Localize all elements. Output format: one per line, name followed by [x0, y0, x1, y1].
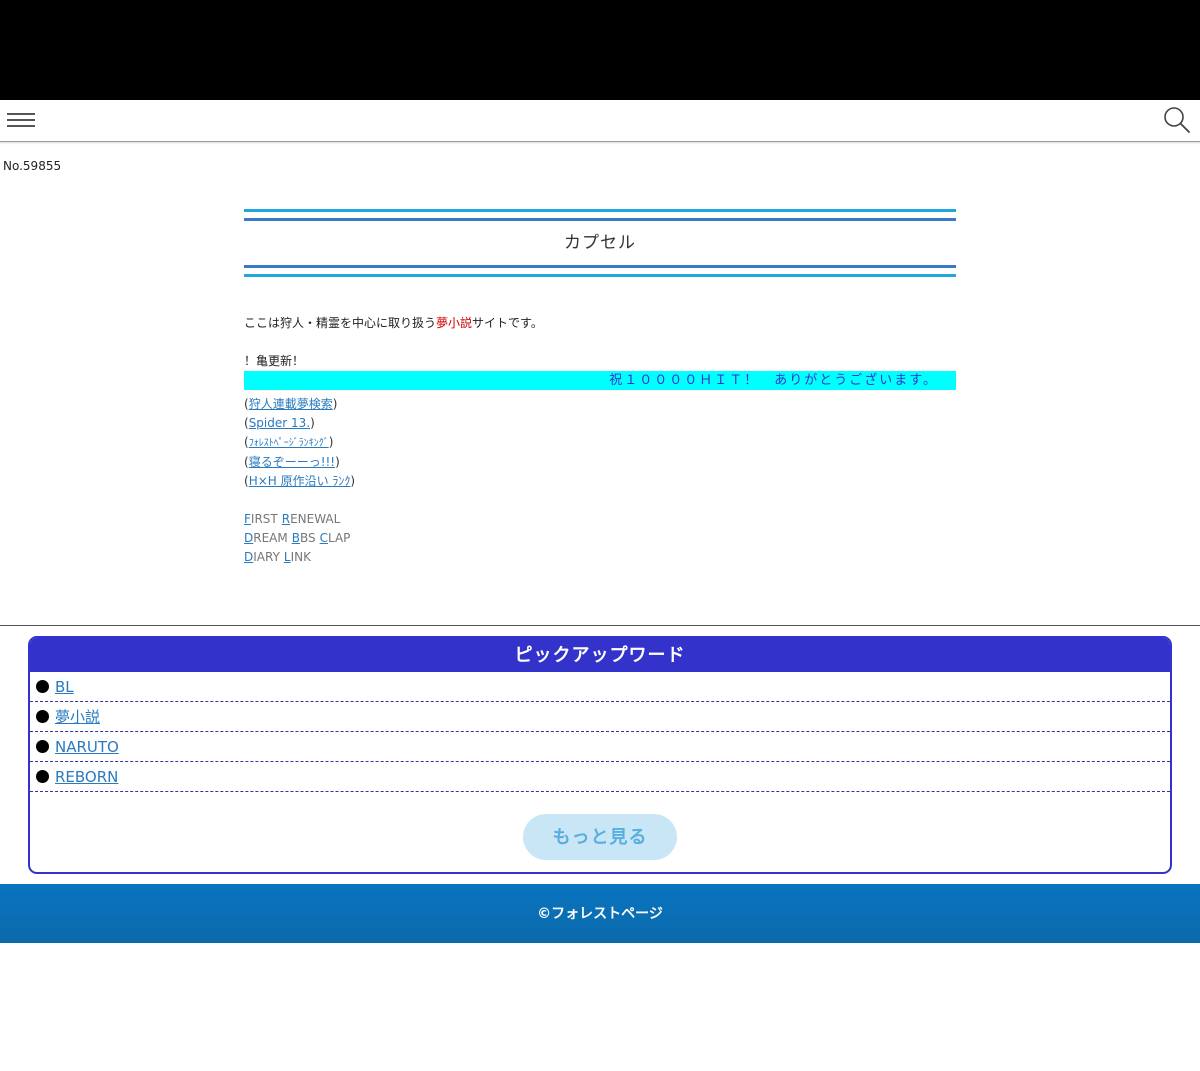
title-rule [244, 274, 956, 277]
site-title: カプセル [564, 233, 636, 253]
hamburger-line [7, 119, 35, 121]
link-spider13[interactable]: Spider 13. [249, 416, 310, 430]
top-navigation-bar [0, 100, 1200, 142]
link-hunter-search[interactable]: 狩人連載夢検索 [249, 397, 333, 411]
link-item: (Spider 13.) [244, 416, 315, 430]
pickup-word-link[interactable]: REBORN [55, 768, 118, 786]
hamburger-icon[interactable] [7, 111, 35, 129]
intro-text: ここは狩人・精霊を中心に取り扱う [244, 316, 437, 330]
pickup-words-panel: ピックアップワード BL 夢小説 NARUTO REBORN もっと見る [28, 636, 1172, 874]
search-icon-graphic [1164, 107, 1190, 133]
menu-row: FIRST RENEWAL [244, 510, 956, 529]
menu-link[interactable]: LINK [284, 550, 311, 564]
pickup-row: BL [30, 672, 1170, 702]
link-hxh-rank[interactable]: H×H 原作沿い ﾗﾝｸ [249, 474, 351, 488]
title-top-rules [244, 209, 956, 221]
intro-highlight: 夢小説 [436, 316, 473, 330]
pickup-word-link[interactable]: BL [55, 678, 74, 696]
menu-first[interactable]: FIRST [244, 512, 278, 526]
link-forest-ranking[interactable]: ﾌｫﾚｽﾄﾍﾟｰｼﾞﾗﾝｷﾝｸﾞ [249, 438, 329, 449]
bullet-icon [36, 680, 49, 693]
menu-clap[interactable]: CLAP [320, 531, 351, 545]
link-item: (狩人連載夢検索) [244, 397, 338, 411]
menu-diary[interactable]: DIARY [244, 550, 280, 564]
hamburger-line [7, 113, 35, 115]
footer-copyright: ©フォレストページ [0, 884, 1200, 943]
ad-banner [0, 0, 1200, 100]
site-intro: ここは狩人・精霊を中心に取り扱う夢小説サイトです。 [244, 314, 956, 331]
link-item: (寝るぞーーっ!!!) [244, 455, 340, 469]
pickup-row: NARUTO [30, 732, 1170, 762]
pickup-word-link[interactable]: NARUTO [55, 738, 119, 756]
page-number: No.59855 [3, 159, 62, 173]
pickup-row: REBORN [30, 762, 1170, 792]
link-neruzo[interactable]: 寝るぞーーっ!!! [249, 455, 335, 469]
menu-row: DIARY LINK [244, 548, 956, 567]
bullet-icon [36, 770, 49, 783]
pickup-title: ピックアップワード [30, 638, 1170, 672]
intro-text: サイトです。 [472, 316, 543, 330]
pickup-word-link[interactable]: 夢小説 [55, 708, 100, 726]
menu-dream[interactable]: DREAM [244, 531, 288, 545]
hit-banner: 祝１００００ＨＩＴ！ ありがとうございます。 [244, 371, 956, 390]
menu-row: DREAM BBS CLAP [244, 529, 956, 548]
menu-renewal[interactable]: RENEWAL [282, 512, 341, 526]
site-content: カプセル ここは狩人・精霊を中心に取り扱う夢小説サイトです。 ！亀更新！ 祝１０… [244, 209, 956, 567]
search-icon[interactable] [1162, 105, 1192, 135]
site-menu: FIRST RENEWAL DREAM BBS CLAP DIARY LINK [244, 510, 956, 567]
bullet-icon [36, 710, 49, 723]
section-divider [0, 625, 1200, 626]
update-notice: ！亀更新！ [244, 354, 305, 368]
menu-bbs[interactable]: BBS [292, 531, 316, 545]
bullet-icon [36, 740, 49, 753]
link-item: (H×H 原作沿い ﾗﾝｸ) [244, 474, 356, 488]
title-bottom-rules [244, 265, 956, 277]
link-list: (狩人連載夢検索) (Spider 13.) (ﾌｫﾚｽﾄﾍﾟｰｼﾞﾗﾝｷﾝｸﾞ… [244, 395, 956, 491]
pickup-row: 夢小説 [30, 702, 1170, 732]
hamburger-line [7, 125, 35, 127]
link-item: (ﾌｫﾚｽﾄﾍﾟｰｼﾞﾗﾝｷﾝｸﾞ) [244, 435, 334, 449]
see-more-button[interactable]: もっと見る [523, 814, 677, 860]
